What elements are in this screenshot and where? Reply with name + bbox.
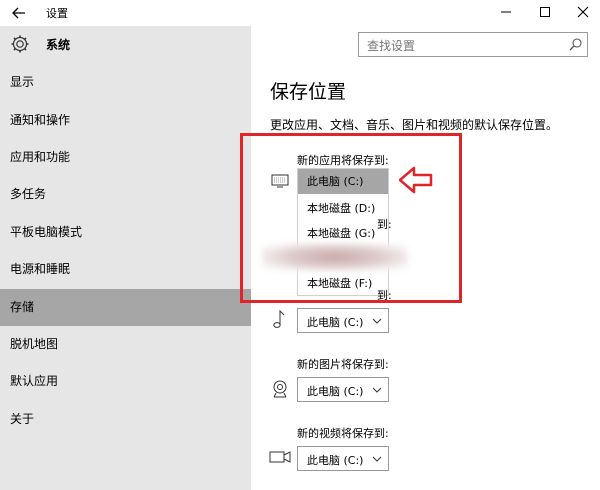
videos-save-label: 新的视频将保存到: xyxy=(297,427,389,440)
docs-label-fragment: 到: xyxy=(377,218,392,231)
videos-drive-value: 此电脑 (C:) xyxy=(307,454,364,467)
sidebar-item-power-sleep[interactable]: 电源和睡眠 xyxy=(0,251,251,288)
chevron-down-icon xyxy=(372,387,382,393)
music-label-fragment: 到: xyxy=(377,289,392,302)
dropdown-option-c[interactable]: 此电脑 (C:) xyxy=(298,169,388,194)
dropdown-option-f[interactable]: 本地磁盘 (F:) xyxy=(298,271,388,296)
sidebar-item-notifications[interactable]: 通知和操作 xyxy=(0,102,251,139)
sidebar-item-about[interactable]: 关于 xyxy=(0,401,251,438)
minimize-icon[interactable] xyxy=(496,3,516,21)
chevron-down-icon xyxy=(372,456,382,462)
sidebar-item-offline-maps[interactable]: 脱机地图 xyxy=(0,326,251,363)
sidebar-item-storage[interactable]: 存储 xyxy=(0,289,251,326)
sidebar-item-tablet-mode[interactable]: 平板电脑模式 xyxy=(0,214,251,251)
left-arrow-annotation-icon xyxy=(398,166,433,194)
search-icon[interactable] xyxy=(568,37,583,52)
sidebar-title: 系统 xyxy=(46,38,71,52)
sidebar-item-multitasking[interactable]: 多任务 xyxy=(0,176,251,213)
pictures-drive-select[interactable]: 此电脑 (C:) xyxy=(297,377,389,402)
sidebar: 系统 显示 通知和操作 应用和功能 多任务 平板电脑模式 电源和睡眠 存储 脱机… xyxy=(0,26,251,490)
pictures-save-label: 新的图片将保存到: xyxy=(297,358,389,371)
sidebar-item-default-apps[interactable]: 默认应用 xyxy=(0,363,251,400)
camera-icon xyxy=(273,380,287,398)
redacted-area xyxy=(262,243,408,271)
close-icon[interactable] xyxy=(573,3,593,21)
sidebar-header: 系统 xyxy=(0,32,251,58)
apps-save-label: 新的应用将保存到: xyxy=(297,154,389,167)
sidebar-item-display[interactable]: 显示 xyxy=(0,64,251,101)
page-title: 保存位置 xyxy=(270,81,347,103)
monitor-icon xyxy=(271,174,289,188)
search-placeholder: 查找设置 xyxy=(367,39,416,53)
dropdown-option-d[interactable]: 本地磁盘 (D:) xyxy=(298,196,388,221)
gear-icon xyxy=(11,35,29,53)
page-description: 更改应用、文档、音乐、图片和视频的默认保存位置。 xyxy=(270,118,559,132)
window-title: 设置 xyxy=(46,7,68,20)
sidebar-item-apps[interactable]: 应用和功能 xyxy=(0,139,251,176)
videos-drive-select[interactable]: 此电脑 (C:) xyxy=(297,446,389,471)
pictures-drive-value: 此电脑 (C:) xyxy=(307,385,364,398)
chevron-down-icon xyxy=(372,318,382,324)
apps-drive-dropdown[interactable]: 此电脑 (C:) 本地磁盘 (D:) 本地磁盘 (G:) 本地磁盘 (F:) xyxy=(297,168,389,296)
music-drive-value: 此电脑 (C:) xyxy=(307,316,364,329)
search-input[interactable]: 查找设置 xyxy=(358,32,588,57)
maximize-icon[interactable] xyxy=(535,3,555,21)
back-arrow-icon[interactable] xyxy=(10,4,28,22)
video-camera-icon xyxy=(269,451,291,463)
music-drive-select[interactable]: 此电脑 (C:) xyxy=(297,308,389,333)
title-bar: 设置 xyxy=(0,0,600,26)
music-note-icon xyxy=(273,309,285,328)
